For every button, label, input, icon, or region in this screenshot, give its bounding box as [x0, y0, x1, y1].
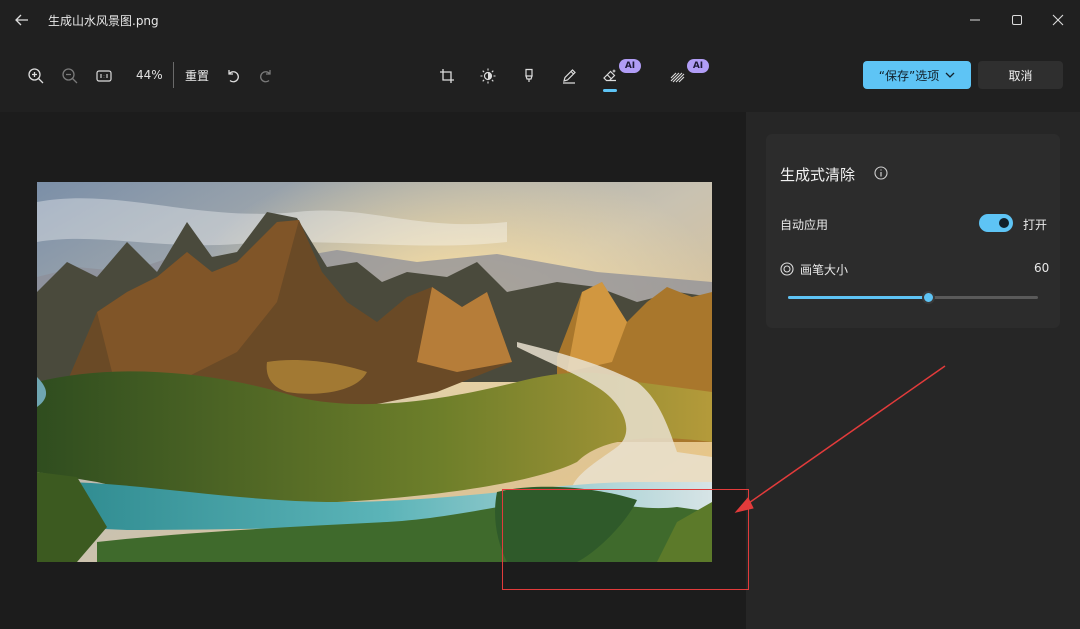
- crop-icon: [440, 69, 454, 83]
- reset-button[interactable]: 重置: [185, 67, 209, 84]
- zoom-level[interactable]: 44%: [136, 68, 163, 82]
- zoom-out-button[interactable]: [58, 64, 82, 88]
- redo-button[interactable]: [254, 64, 278, 88]
- auto-apply-state: 打开: [1023, 218, 1048, 232]
- toolbar: 44% 重置 AI AI “保存”选项 取消: [0, 40, 1080, 112]
- markup-icon: [525, 68, 533, 82]
- undo-button[interactable]: [221, 64, 245, 88]
- crop-button[interactable]: [435, 64, 459, 88]
- minimize-button[interactable]: [965, 10, 985, 30]
- brush-size-icon: [780, 262, 794, 276]
- undo-icon: [228, 70, 239, 83]
- actual-size-button[interactable]: [92, 64, 116, 88]
- background-blur-icon: [670, 72, 685, 83]
- ai-badge: AI: [619, 59, 641, 73]
- slider-fill: [788, 296, 928, 299]
- toggle-knob: [999, 218, 1009, 228]
- toolbar-divider: [173, 62, 174, 88]
- markup-button[interactable]: [517, 64, 541, 88]
- generative-erase-icon: [603, 69, 616, 82]
- slider-thumb[interactable]: [922, 291, 935, 304]
- generative-erase-card: 生成式清除 自动应用 打开 画笔大小 60: [766, 134, 1060, 328]
- brush-size-label: 画笔大小: [800, 263, 849, 277]
- minimize-icon: [970, 19, 980, 21]
- save-options-button[interactable]: “保存”选项: [863, 61, 971, 89]
- zoom-out-icon: [62, 68, 78, 84]
- back-button[interactable]: [12, 10, 32, 30]
- active-tool-indicator: [603, 89, 617, 92]
- close-icon: [1052, 14, 1064, 26]
- zoom-in-button[interactable]: [24, 64, 48, 88]
- draw-icon: [563, 69, 576, 84]
- info-icon[interactable]: [873, 165, 889, 181]
- edit-panel: 生成式清除 自动应用 打开 画笔大小 60: [746, 112, 1080, 629]
- draw-button[interactable]: [557, 64, 581, 88]
- brush-size-value: 60: [1034, 261, 1050, 275]
- save-options-label: “保存”选项: [878, 68, 940, 83]
- brush-size-slider[interactable]: [788, 291, 1038, 304]
- highlight-box: [502, 489, 749, 590]
- chevron-down-icon: [945, 72, 955, 78]
- auto-apply-label: 自动应用: [780, 218, 829, 232]
- back-arrow-icon: [15, 14, 28, 26]
- close-button[interactable]: [1048, 10, 1068, 30]
- maximize-icon: [1012, 15, 1022, 25]
- cancel-button[interactable]: 取消: [978, 61, 1063, 89]
- window-title: 生成山水风景图.png: [48, 14, 159, 28]
- title-bar: 生成山水风景图.png: [0, 0, 1080, 40]
- brightness-icon: [480, 68, 496, 84]
- auto-apply-toggle[interactable]: [979, 214, 1013, 232]
- actual-size-icon: [96, 70, 112, 82]
- panel-title: 生成式清除: [780, 166, 856, 184]
- adjust-button[interactable]: [476, 64, 500, 88]
- ai-badge: AI: [687, 59, 709, 73]
- maximize-button[interactable]: [1007, 10, 1027, 30]
- redo-icon: [260, 70, 271, 83]
- zoom-in-icon: [28, 68, 44, 84]
